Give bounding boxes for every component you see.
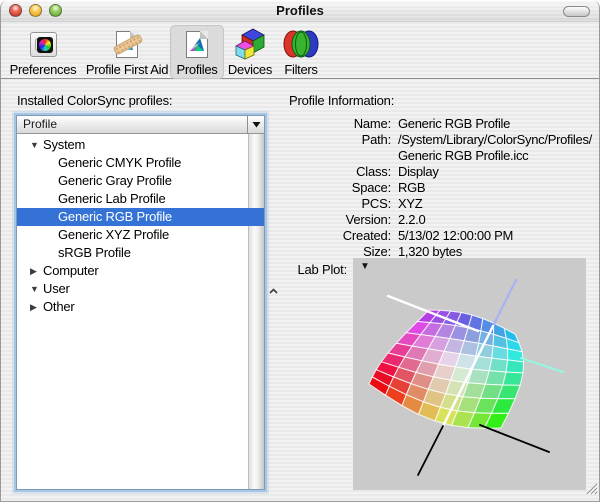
field-value: XYZ <box>398 196 422 212</box>
field-value: 5/13/02 12:00:00 PM <box>398 228 513 244</box>
toolbar: Preferences Profile First Aid <box>1 22 599 79</box>
field-label: Version: <box>289 212 391 228</box>
list-item-label: Generic CMYK Profile <box>58 154 181 172</box>
toolbar-item-profiles[interactable]: Profiles <box>170 25 224 79</box>
field-value: RGB <box>398 180 425 196</box>
field-value-line2: Generic RGB Profile.icc <box>398 148 592 164</box>
info-field-row: PCS: XYZ <box>289 196 592 212</box>
window-title: Profiles <box>1 3 599 18</box>
toolbar-item-filters[interactable]: Filters <box>273 25 329 79</box>
list-item-label: User <box>43 280 70 298</box>
toolbar-label: Preferences <box>10 62 77 77</box>
profile-tree: ▼ System Generic CMYK Profile Generic Gr… <box>17 136 264 316</box>
list-item[interactable]: ▼ System <box>17 136 264 154</box>
down-triangle-icon <box>252 121 261 128</box>
list-item-label: Generic RGB Profile <box>58 208 172 226</box>
list-item-label: sRGB Profile <box>58 244 131 262</box>
field-label: Path: <box>289 132 391 164</box>
resize-grip[interactable] <box>584 481 598 500</box>
profile-list: Profile ▼ System Generic CMYK Profile Ge… <box>16 115 265 490</box>
lab-plot-label: Lab Plot: <box>289 262 347 277</box>
preferences-icon <box>30 28 57 60</box>
title-bar[interactable]: Profiles <box>1 0 599 22</box>
list-item-label: Other <box>43 298 75 316</box>
info-field-row: Path: /System/Library/ColorSync/Profiles… <box>289 132 592 164</box>
profiles-icon <box>186 28 208 60</box>
list-item-label: Generic Gray Profile <box>58 172 172 190</box>
disclosure-triangle-icon[interactable]: ▶ <box>30 262 43 280</box>
info-field-row: Space: RGB <box>289 180 592 196</box>
info-field-row: Name: Generic RGB Profile <box>289 116 592 132</box>
devices-icon <box>233 28 267 60</box>
toolbar-label: Profile First Aid <box>86 62 168 77</box>
profile-information-heading: Profile Information: <box>289 93 394 108</box>
info-field-row: Version: 2.2.0 <box>289 212 592 228</box>
field-label: Name: <box>289 116 391 132</box>
field-label: Space: <box>289 180 391 196</box>
disclosure-triangle-icon[interactable]: ▶ <box>30 298 43 316</box>
list-item[interactable]: Generic Gray Profile <box>17 172 264 190</box>
lab-plot-area: ▼ <box>353 258 586 490</box>
info-field-row: Class: Display <box>289 164 592 180</box>
toolbar-label: Devices <box>228 62 272 77</box>
pane-splitter-handle[interactable] <box>268 282 279 300</box>
field-label: PCS: <box>289 196 391 212</box>
toolbar-item-devices[interactable]: Devices <box>219 25 281 79</box>
list-item-label: Computer <box>43 262 98 280</box>
field-value: /System/Library/ColorSync/Profiles/ <box>398 132 592 148</box>
list-item[interactable]: ▶ Other <box>17 298 264 316</box>
toolbar-label: Profiles <box>177 62 218 77</box>
field-value: Display <box>398 164 439 180</box>
toolbar-pill-button[interactable] <box>563 6 590 17</box>
filters-icon <box>279 28 323 60</box>
column-dropdown-button[interactable] <box>247 116 264 134</box>
list-item[interactable]: ▶ Computer <box>17 262 264 280</box>
field-label: Created: <box>289 228 391 244</box>
list-item-label: Generic XYZ Profile <box>58 226 169 244</box>
toolbar-item-profile-first-aid[interactable]: Profile First Aid <box>72 25 182 79</box>
list-item[interactable]: sRGB Profile <box>17 244 264 262</box>
list-item[interactable]: Generic XYZ Profile <box>17 226 264 244</box>
colorsync-utility-window: Profiles Preferences <box>0 0 600 502</box>
toolbar-label: Filters <box>284 62 317 77</box>
plot-disclosure-triangle-icon[interactable]: ▼ <box>360 261 370 272</box>
disclosure-triangle-icon[interactable]: ▼ <box>30 280 43 298</box>
list-item[interactable]: ▼ User <box>17 280 264 298</box>
field-value: Generic RGB Profile <box>398 116 510 132</box>
lab-plot-svg <box>353 258 586 490</box>
profile-column-header[interactable]: Profile <box>17 116 247 134</box>
info-field-row: Created: 5/13/02 12:00:00 PM <box>289 228 592 244</box>
profile-first-aid-icon <box>116 28 138 60</box>
installed-profiles-heading: Installed ColorSync profiles: <box>17 93 172 108</box>
list-item[interactable]: Generic CMYK Profile <box>17 154 264 172</box>
disclosure-triangle-icon[interactable]: ▼ <box>30 136 43 154</box>
list-item[interactable]: Generic RGB Profile <box>17 208 264 226</box>
list-item[interactable]: Generic Lab Profile <box>17 190 264 208</box>
profile-info-fields: Name: Generic RGB Profile Path: /System/… <box>289 116 592 260</box>
field-label: Class: <box>289 164 391 180</box>
list-item-label: Generic Lab Profile <box>58 190 165 208</box>
field-value: 2.2.0 <box>398 212 425 228</box>
list-item-label: System <box>43 136 85 154</box>
